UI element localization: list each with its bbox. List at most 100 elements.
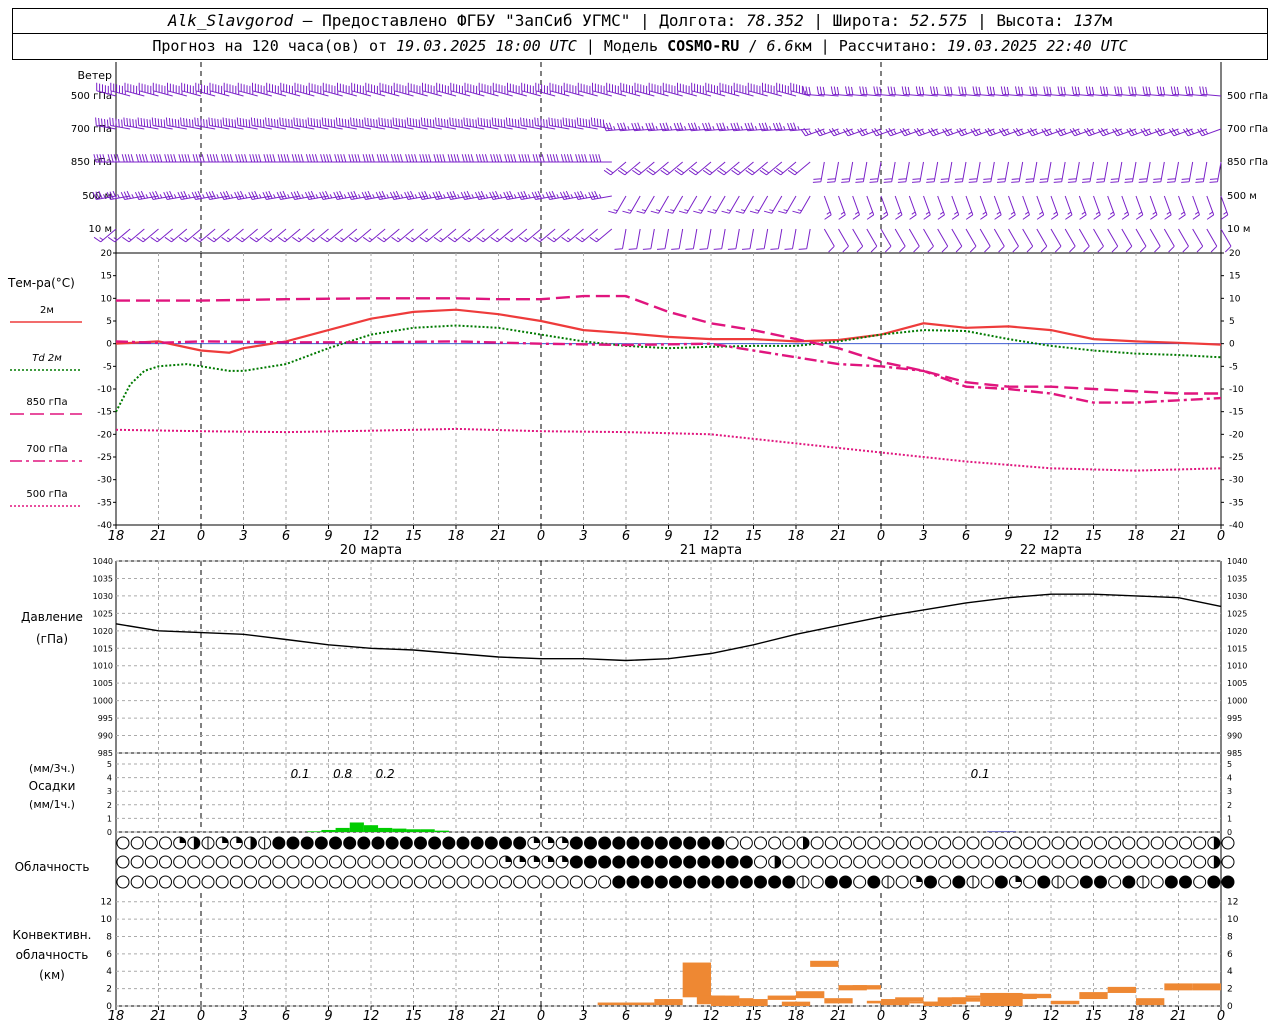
wind-barb: [979, 228, 991, 253]
time-tick-label: 21: [830, 529, 847, 544]
precip-bar: [392, 828, 407, 832]
time-tick-label: 12: [703, 529, 720, 544]
conv-tick-label: 12: [1227, 898, 1238, 908]
cloud-symbol: [909, 836, 923, 850]
cloud-symbol: [1108, 875, 1122, 889]
cloud-symbol: [839, 875, 852, 889]
wind-barb: [996, 161, 1009, 183]
wind-barb: [205, 190, 230, 200]
cloud-symbol: [754, 855, 767, 869]
cloud-symbol: [470, 855, 484, 869]
cloud-symbol: [1193, 855, 1207, 869]
wind-barb: [152, 82, 173, 97]
wind-barb: [634, 82, 655, 97]
cloud-symbol: [300, 836, 314, 850]
time-tick-label: 15: [745, 529, 762, 544]
precip-bar: [1001, 831, 1016, 832]
cloud-symbol: [484, 855, 498, 869]
precip-tick-label: 0: [1227, 828, 1232, 837]
cloud-symbol: [527, 875, 541, 889]
time-tick-label: 12: [1043, 529, 1060, 544]
wind-barb: [614, 228, 627, 250]
time-tick-label: 21: [490, 1009, 507, 1024]
cloud-symbol: [895, 875, 909, 889]
cloud-symbol: [640, 875, 654, 889]
cloud-symbol-mark: [548, 837, 554, 843]
wind-barb: [937, 195, 945, 220]
cloud-symbol: [159, 875, 172, 889]
cloud-symbol: [1023, 875, 1037, 889]
time-tick-label: 18: [448, 529, 465, 544]
time-tick-label: 3: [239, 1009, 247, 1024]
pressure-tick-label: 990: [98, 732, 113, 741]
time-tick-label: 18: [448, 1009, 465, 1024]
wind-barb: [337, 82, 357, 97]
wind-barb: [923, 195, 931, 220]
conv-tick-label: 4: [106, 967, 112, 977]
cloud-symbol: [853, 875, 867, 889]
wind-barb: [1121, 195, 1130, 220]
cloud-symbol: [314, 836, 328, 850]
cloud-symbol-mark: [250, 837, 257, 849]
time-tick-label: 6: [622, 1009, 630, 1024]
cloud-symbol: [300, 855, 314, 869]
conv-panel-unit: (км): [39, 968, 65, 982]
cloud-symbol: [1164, 855, 1178, 869]
time-tick-label: 18: [108, 529, 125, 544]
precip-tick-label: 1: [107, 814, 112, 823]
wind-barb: [749, 195, 769, 214]
cloud-symbol: [1207, 875, 1221, 889]
cloud-symbol: [1023, 855, 1037, 869]
time-tick-label: 21: [150, 529, 167, 544]
cloud-symbol: [924, 855, 937, 869]
wind-barb: [608, 195, 627, 214]
wind-barb: [951, 228, 963, 253]
wind-level-label: 500 м: [1227, 191, 1257, 202]
wind-barb: [719, 82, 740, 97]
temp-tick-label: -35: [1229, 498, 1244, 508]
cloud-symbol: [1094, 855, 1107, 869]
wind-barb: [662, 82, 683, 97]
cloud-symbol: [144, 875, 158, 889]
wind-barb: [1025, 161, 1038, 183]
temp-tick-label: -25: [1229, 453, 1244, 463]
wind-level-label: 10 м: [89, 224, 112, 235]
wind-barb: [209, 82, 230, 97]
cloud-symbol: [1037, 875, 1051, 889]
time-tick-label: 15: [405, 1009, 422, 1024]
cloud-symbol: [258, 875, 272, 889]
cloud-symbol-mark: [179, 837, 186, 843]
wind-barb: [1149, 195, 1158, 220]
temp-tick-label: -5: [1229, 362, 1238, 372]
wind-barb: [1050, 228, 1062, 253]
cloud-symbol: [555, 875, 569, 889]
convective-bar: [1136, 998, 1165, 1006]
wind-barb: [138, 82, 159, 97]
cloud-symbol: [414, 875, 427, 889]
cloud-symbol: [244, 875, 257, 889]
cloud-symbol: [669, 875, 682, 889]
wind-barb: [1107, 228, 1119, 253]
wind-barb: [1096, 161, 1109, 183]
convective-bar: [1022, 993, 1051, 999]
time-tick-label: 15: [745, 1009, 762, 1024]
cloud-symbol: [697, 836, 711, 850]
wind-barb: [333, 190, 357, 200]
wind-barb: [869, 161, 882, 183]
temp-tick-label: -15: [97, 408, 112, 418]
convective-bar: [626, 1002, 655, 1006]
wind-barb: [713, 228, 726, 250]
cloud-symbol: [1193, 836, 1207, 850]
wind-barb: [778, 195, 797, 214]
cloud-symbol: [725, 836, 739, 850]
convective-bar: [597, 1002, 626, 1006]
wind-barb: [762, 82, 782, 97]
wind-barb: [993, 195, 1002, 220]
wind-barb: [733, 82, 754, 97]
cloud-symbol: [371, 836, 385, 850]
cloud-symbol: [895, 855, 909, 869]
time-tick-label: 0: [197, 1009, 205, 1024]
wind-barb: [535, 82, 556, 97]
cloud-symbol: [994, 836, 1008, 850]
cloud-symbol: [640, 836, 654, 850]
